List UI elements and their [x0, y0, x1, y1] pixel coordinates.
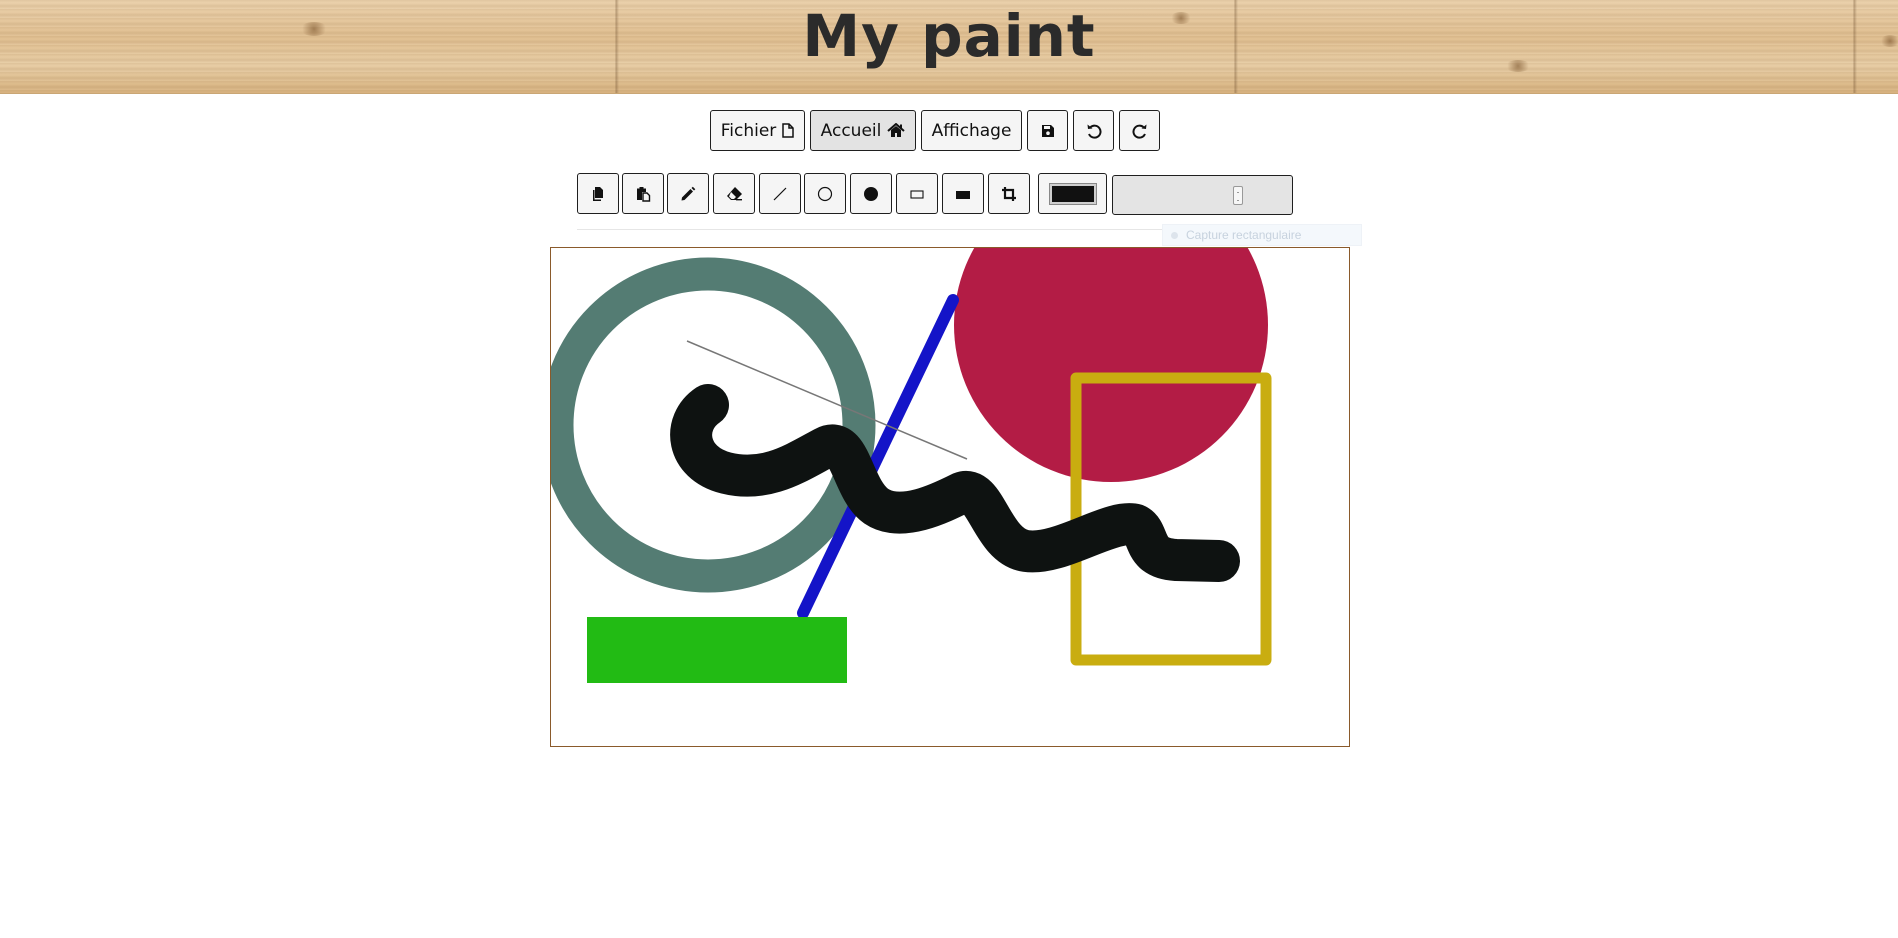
canvas-drawing [551, 248, 1272, 683]
accueil-label: Accueil [820, 120, 882, 141]
undo-button[interactable] [1073, 110, 1114, 151]
color-swatch [1048, 182, 1097, 205]
header-banner: My paint [0, 0, 1898, 94]
redo-icon [1131, 124, 1146, 139]
green-rectangle-shape [587, 617, 847, 683]
pencil-button[interactable] [667, 173, 709, 214]
rectangle-outline-icon [910, 189, 924, 199]
tooltip-dot-icon [1171, 231, 1178, 239]
filled-circle-tool-button[interactable] [850, 173, 892, 214]
circle-outline-icon [817, 186, 833, 201]
rectangle-tool-button[interactable] [896, 173, 938, 214]
fichier-button[interactable]: Fichier [710, 110, 805, 151]
eraser-button[interactable] [713, 173, 755, 214]
rectangle-filled-icon [956, 190, 970, 199]
accueil-button[interactable]: Accueil [810, 110, 916, 151]
paste-button[interactable] [622, 173, 664, 214]
home-icon [887, 123, 906, 137]
undo-icon [1087, 124, 1102, 139]
save-icon [1041, 124, 1054, 137]
slider-thumb[interactable] [1233, 186, 1243, 205]
crop-tool-button[interactable] [988, 173, 1030, 214]
copy-icon [593, 186, 603, 201]
redo-button[interactable] [1119, 110, 1160, 151]
eraser-icon [726, 187, 742, 201]
drawing-canvas[interactable] [550, 247, 1350, 747]
paste-icon [637, 186, 651, 202]
crop-icon [1002, 186, 1016, 201]
fichier-label: Fichier [720, 120, 777, 141]
filled-rectangle-tool-button[interactable] [942, 173, 984, 214]
file-icon [782, 123, 795, 138]
affichage-label: Affichage [931, 120, 1012, 141]
app-title: My paint [802, 2, 1096, 70]
color-picker[interactable] [1038, 173, 1107, 214]
tooltip-text: Capture rectangulaire [1186, 228, 1302, 242]
copy-button[interactable] [577, 173, 619, 214]
circle-filled-icon [864, 186, 878, 201]
line-tool-button[interactable] [759, 173, 801, 214]
line-icon [773, 187, 787, 200]
affichage-button[interactable]: Affichage [921, 110, 1022, 151]
save-button[interactable] [1027, 110, 1068, 151]
red-circle-shape [954, 248, 1268, 482]
stroke-size-slider[interactable] [1112, 175, 1293, 215]
pencil-icon [681, 186, 696, 200]
circle-tool-button[interactable] [804, 173, 846, 214]
crop-tooltip: Capture rectangulaire [1162, 224, 1362, 246]
